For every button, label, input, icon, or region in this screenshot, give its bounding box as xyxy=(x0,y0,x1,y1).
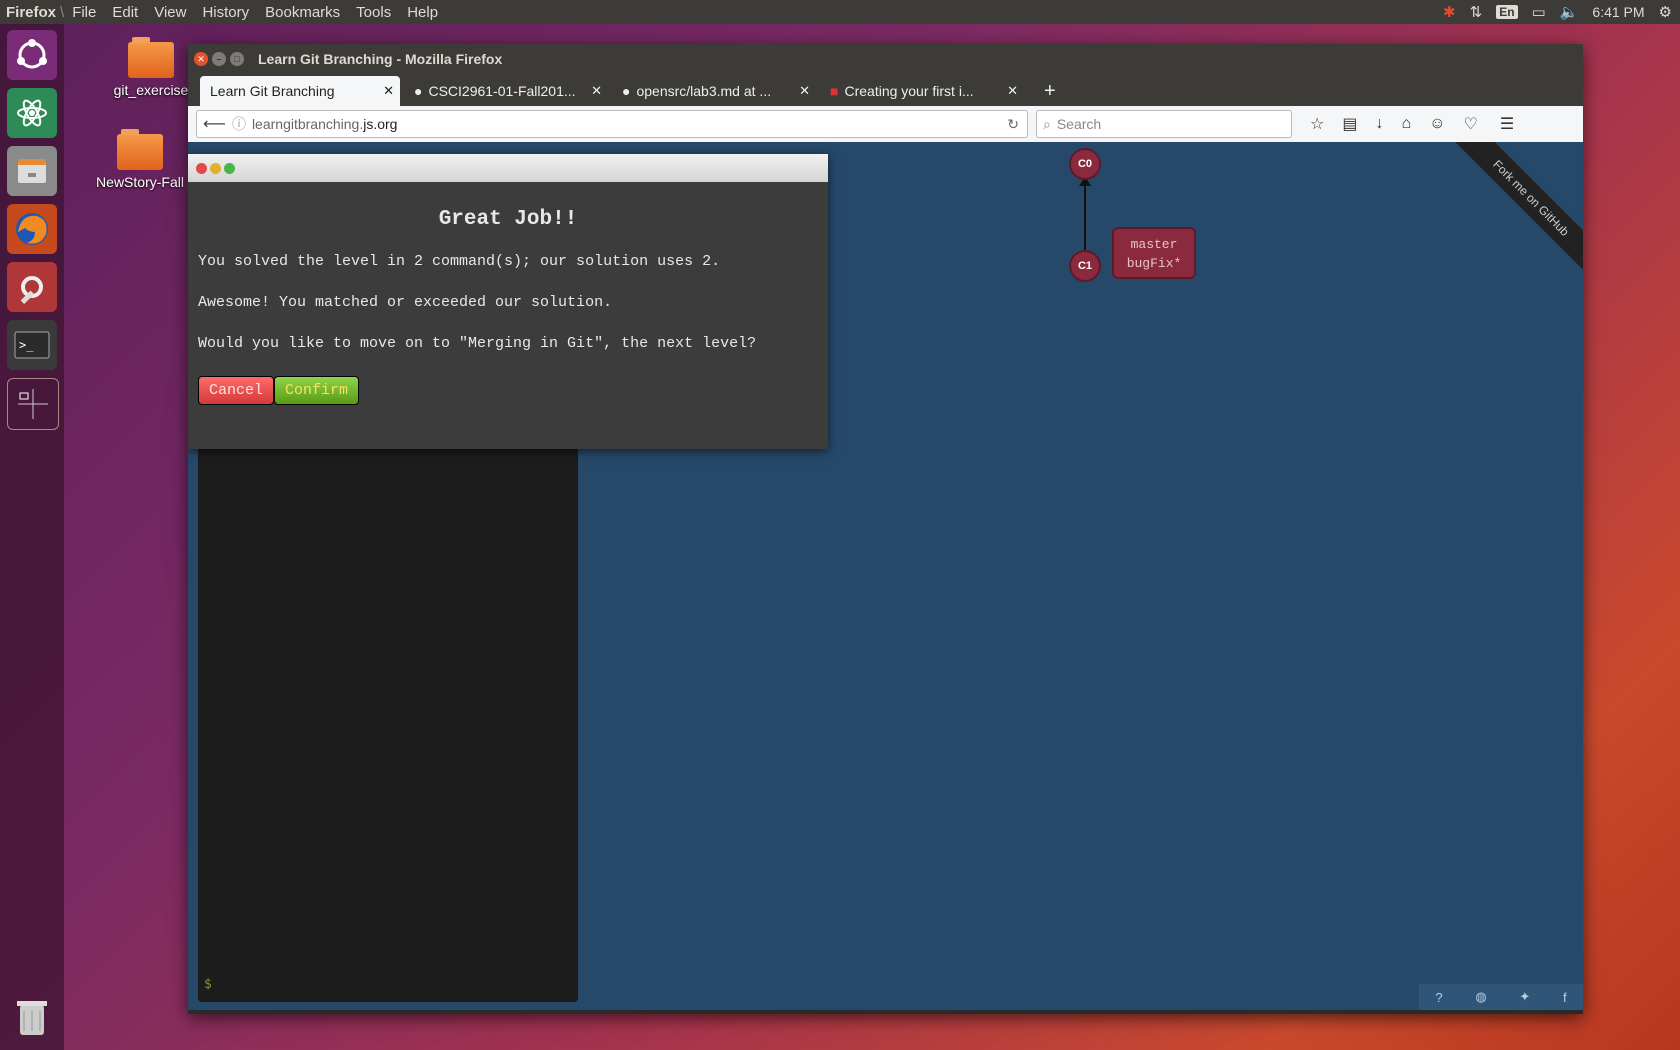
tab-learn-git-branching[interactable]: Learn Git Branching ✕ xyxy=(200,76,400,106)
reload-icon[interactable]: ↻ xyxy=(1007,116,1019,133)
desktop-folder-git-exercise[interactable]: git_exercise xyxy=(106,37,196,98)
footer-icons: ? ◍ ✦ f xyxy=(1419,984,1583,1010)
tab-creating-first[interactable]: ■ Creating your first i... ✕ xyxy=(820,76,1024,106)
close-tab-icon[interactable]: ✕ xyxy=(1007,83,1018,99)
download-icon[interactable]: ↓ xyxy=(1375,115,1383,133)
navigation-bar: ⟵ ⓘ learngitbranching. js.org ↻ ⌕ Search … xyxy=(188,106,1583,143)
menu-tools[interactable]: Tools xyxy=(356,4,391,21)
window-title: Learn Git Branching - Mozilla Firefox xyxy=(258,51,503,67)
branch-labels[interactable]: master bugFix* xyxy=(1112,227,1196,279)
firefox-icon[interactable] xyxy=(7,204,57,254)
pocket-icon[interactable]: ♡ xyxy=(1463,114,1477,134)
active-app-name: Firefox xyxy=(6,3,57,21)
branch-bugfix: bugFix* xyxy=(1126,256,1182,271)
reading-list-icon[interactable]: ▤ xyxy=(1342,114,1357,134)
svg-text:>_: >_ xyxy=(19,338,34,352)
menu-file[interactable]: File xyxy=(72,4,96,21)
system-settings-icon[interactable] xyxy=(7,262,57,312)
url-host: learngitbranching. xyxy=(251,116,364,132)
url-bar[interactable]: ⟵ ⓘ learngitbranching. js.org ↻ xyxy=(196,110,1028,138)
tab-label: CSCI2961-01-Fall201... xyxy=(428,83,576,99)
page-content: $ Great Job!! You solved the level in 2 … xyxy=(188,142,1583,1010)
workspace-switcher-icon[interactable] xyxy=(7,378,59,430)
menu-history[interactable]: History xyxy=(202,4,249,21)
ubuntu-dash-icon[interactable] xyxy=(7,30,57,80)
close-window-button[interactable]: ✕ xyxy=(194,52,208,66)
clock[interactable]: 6:41 PM xyxy=(1592,4,1644,20)
desktop-folder-newstory[interactable]: NewStory-Fall xyxy=(90,129,190,190)
tab-bar: Learn Git Branching ✕ ● CSCI2961-01-Fall… xyxy=(188,74,1583,106)
page-icon: ■ xyxy=(830,83,839,99)
maximize-window-button[interactable]: □ xyxy=(230,52,244,66)
tab-label: opensrc/lab3.md at ... xyxy=(636,83,772,99)
commit-c0[interactable]: C0 xyxy=(1069,148,1101,180)
commit-edge xyxy=(1079,176,1091,250)
folder-icon xyxy=(128,37,174,78)
search-icon: ⌕ xyxy=(1043,115,1051,132)
dropbox-icon[interactable]: ✱ xyxy=(1443,3,1456,21)
menu-edit[interactable]: Edit xyxy=(112,4,138,21)
facebook-icon[interactable]: f xyxy=(1563,990,1567,1005)
url-domain: js.org xyxy=(363,116,398,132)
github-icon: ● xyxy=(622,83,631,99)
globe-icon[interactable]: ◍ xyxy=(1475,989,1486,1005)
system-tray: ✱ ⇅ En ▭ 🔈 6:41 PM ⚙ xyxy=(1443,0,1680,24)
close-tab-icon[interactable]: ✕ xyxy=(383,83,394,99)
twitter-icon[interactable]: ✦ xyxy=(1519,989,1530,1005)
minimize-window-button[interactable]: – xyxy=(212,52,226,66)
search-bar[interactable]: ⌕ Search xyxy=(1036,110,1292,138)
close-tab-icon[interactable]: ✕ xyxy=(591,83,602,99)
new-tab-button[interactable]: + xyxy=(1034,76,1064,106)
gear-icon[interactable]: ⚙ xyxy=(1659,3,1672,21)
tab-csci2961[interactable]: ● CSCI2961-01-Fall201... ✕ xyxy=(404,76,608,106)
home-icon[interactable]: ⌂ xyxy=(1401,115,1411,133)
window-titlebar: ✕ – □ Learn Git Branching - Mozilla Fire… xyxy=(188,44,1583,74)
atom-editor-icon[interactable] xyxy=(7,88,57,138)
commit-c1[interactable]: C1 xyxy=(1069,250,1101,282)
desktop-folder-label: NewStory-Fall xyxy=(96,174,184,190)
back-arrow-icon[interactable]: ⟵ xyxy=(203,114,226,134)
github-icon: ● xyxy=(414,83,423,99)
menu-view[interactable]: View xyxy=(154,4,186,21)
top-panel: Firefox \ File Edit View History Bookmar… xyxy=(0,0,1680,24)
branch-master: master xyxy=(1130,237,1178,252)
hamburger-menu-icon[interactable]: ☰ xyxy=(1500,114,1514,134)
network-icon[interactable]: ⇅ xyxy=(1470,3,1483,21)
bookmark-star-icon[interactable]: ☆ xyxy=(1310,114,1324,134)
menu-help[interactable]: Help xyxy=(407,4,438,21)
chat-icon[interactable]: ☺ xyxy=(1429,115,1445,133)
terminal-icon[interactable]: >_ xyxy=(7,320,57,370)
help-icon[interactable]: ? xyxy=(1435,990,1442,1005)
folder-icon xyxy=(117,129,163,170)
info-icon[interactable]: ⓘ xyxy=(232,114,246,134)
search-placeholder: Search xyxy=(1056,116,1102,132)
trash-icon[interactable] xyxy=(7,992,57,1042)
firefox-window: ✕ – □ Learn Git Branching - Mozilla Fire… xyxy=(188,44,1583,1014)
tab-opensrc-lab3[interactable]: ● opensrc/lab3.md at ... ✕ xyxy=(612,76,816,106)
desktop-folder-label: git_exercise xyxy=(113,82,189,98)
keyboard-indicator[interactable]: En xyxy=(1496,5,1518,19)
launcher: >_ xyxy=(0,24,64,1050)
tab-label: Learn Git Branching xyxy=(210,83,335,99)
separator: \ xyxy=(60,3,65,21)
battery-icon[interactable]: ▭ xyxy=(1532,3,1546,21)
close-tab-icon[interactable]: ✕ xyxy=(799,83,810,99)
volume-icon[interactable]: 🔈 xyxy=(1560,3,1579,21)
tab-label: Creating your first i... xyxy=(844,83,974,99)
menu-bookmarks[interactable]: Bookmarks xyxy=(265,4,340,21)
files-icon[interactable] xyxy=(7,146,57,196)
